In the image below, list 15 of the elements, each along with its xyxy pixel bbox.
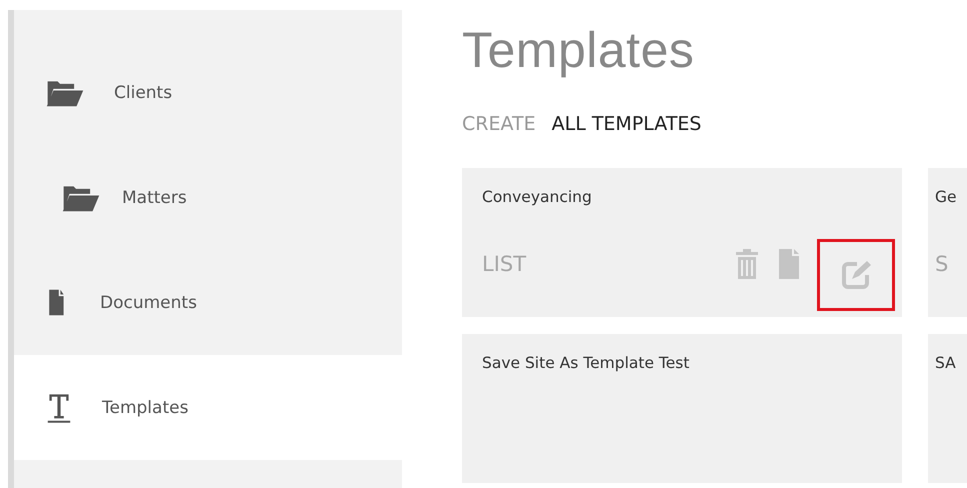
page-title: Templates (462, 21, 696, 80)
sidebar-item[interactable]: Templates (14, 355, 402, 460)
highlighted-icon-button[interactable] (817, 239, 895, 311)
trash-icon (735, 248, 759, 280)
sidebar-item[interactable]: Matters (14, 145, 402, 250)
document-icon (778, 248, 800, 280)
text-icon (46, 392, 72, 424)
sidebar-item[interactable]: Clients (14, 40, 402, 145)
card-title: SA (935, 354, 957, 372)
card-title: Conveyancing (482, 188, 593, 206)
card-title: Ge (935, 188, 958, 206)
edit-icon (841, 260, 871, 290)
card-title: Save Site As Template Test (482, 354, 690, 372)
tab[interactable]: ALL TEMPLATES (552, 113, 702, 141)
sidebar-item[interactable]: Documents (14, 250, 402, 355)
